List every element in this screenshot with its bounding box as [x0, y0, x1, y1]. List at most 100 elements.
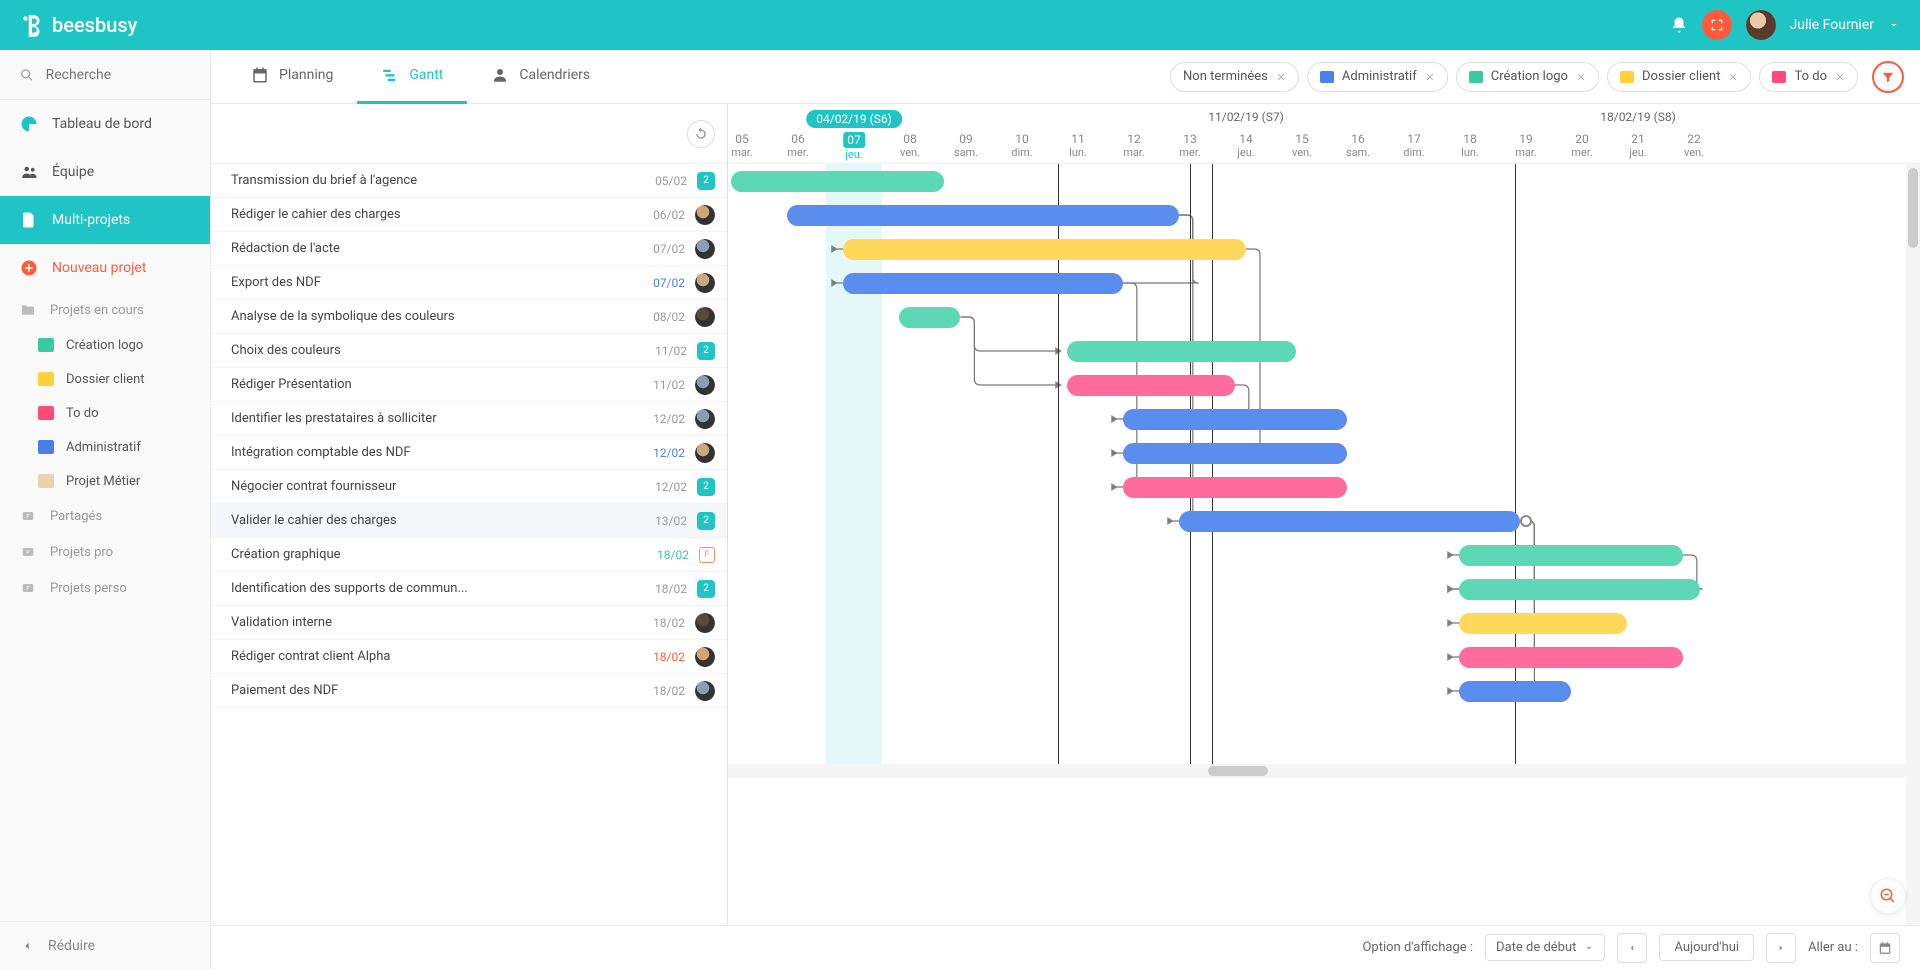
chevron-down-icon[interactable] — [1888, 19, 1900, 31]
gantt-bar[interactable] — [1123, 477, 1347, 498]
user-name[interactable]: Julie Fournier — [1790, 17, 1875, 33]
task-avatar — [695, 307, 715, 327]
close-icon[interactable] — [1576, 72, 1586, 82]
sidebar-project-item[interactable]: Administratif — [0, 430, 210, 464]
fullscreen-button[interactable] — [1702, 10, 1732, 40]
sidebar-section-label: Projets pro — [50, 545, 113, 560]
gantt-bar[interactable] — [843, 239, 1246, 260]
task-row[interactable]: Rédiger Présentation11/02 — [211, 368, 727, 402]
filter-chip[interactable]: To do — [1759, 62, 1858, 92]
task-row[interactable]: Création graphique18/02F — [211, 538, 727, 572]
sidebar-project-item[interactable]: Dossier client — [0, 362, 210, 396]
sidebar-item-multi-projects[interactable]: Multi-projets — [0, 196, 210, 244]
task-row[interactable]: Choix des couleurs11/022 — [211, 334, 727, 368]
gantt-bar[interactable] — [1459, 647, 1683, 668]
goto-label: Aller au : — [1808, 940, 1858, 955]
close-icon[interactable] — [1425, 72, 1435, 82]
task-date: 18/02 — [647, 582, 687, 596]
task-row[interactable]: Analyse de la symbolique des couleurs08/… — [211, 300, 727, 334]
briefcase-icon — [1469, 71, 1483, 83]
gantt-bar[interactable] — [1459, 579, 1700, 600]
task-row[interactable]: Intégration comptable des NDF12/02 — [211, 436, 727, 470]
close-icon[interactable] — [1276, 72, 1286, 82]
gantt-bar[interactable] — [1459, 681, 1571, 702]
sidebar-item-label: Nouveau projet — [52, 260, 146, 276]
gantt-icon — [381, 66, 399, 84]
vertical-scrollbar[interactable] — [1906, 164, 1920, 925]
search-input[interactable] — [46, 67, 190, 83]
tab-planning[interactable]: Planning — [227, 50, 357, 104]
day-column-header: 19mar. — [1515, 132, 1537, 160]
task-row[interactable]: Rédiger le cahier des charges06/02 — [211, 198, 727, 232]
filter-chip[interactable]: Création logo — [1456, 62, 1599, 92]
gantt-bar[interactable] — [1459, 545, 1683, 566]
close-icon[interactable] — [1835, 72, 1845, 82]
gantt-bar[interactable] — [1067, 375, 1235, 396]
horizontal-scrollbar[interactable] — [728, 764, 1920, 778]
gantt-bar[interactable] — [787, 205, 1179, 226]
next-button[interactable] — [1766, 933, 1796, 963]
timeline-body[interactable] — [728, 164, 1920, 764]
calendar-icon — [1878, 941, 1892, 955]
goto-date-button[interactable] — [1870, 933, 1900, 963]
day-column-header: 21jeu. — [1629, 132, 1646, 160]
tab-calendars[interactable]: Calendriers — [467, 50, 614, 104]
task-row[interactable]: Rédaction de l'acte07/02 — [211, 232, 727, 266]
gantt-bar[interactable] — [731, 171, 944, 192]
filter-chip[interactable]: Dossier client — [1607, 62, 1752, 92]
scrollbar-thumb[interactable] — [1908, 168, 1918, 248]
sidebar-section-perso[interactable]: P Projets perso — [0, 570, 210, 606]
briefcase-icon — [38, 440, 54, 454]
sidebar-item-new-project[interactable]: Nouveau projet — [0, 244, 210, 292]
task-row[interactable]: Transmission du brief à l'agence05/022 — [211, 164, 727, 198]
sidebar-section-shared[interactable]: P Partagés — [0, 498, 210, 534]
logo-icon — [20, 12, 46, 38]
today-button[interactable]: Aujourd'hui — [1659, 934, 1754, 961]
task-row[interactable]: Négocier contrat fournisseur12/022 — [211, 470, 727, 504]
filter-button[interactable] — [1872, 61, 1904, 93]
task-name: Analyse de la symbolique des couleurs — [231, 309, 635, 324]
milestone-marker[interactable] — [1520, 515, 1532, 527]
filter-chip[interactable]: Non terminées — [1170, 62, 1299, 92]
task-name: Validation interne — [231, 615, 635, 630]
zoom-button[interactable] — [1870, 878, 1906, 914]
gantt-bar[interactable] — [1123, 443, 1347, 464]
sidebar-item-team[interactable]: Équipe — [0, 148, 210, 196]
task-row[interactable]: Export des NDF07/02 — [211, 266, 727, 300]
search-row[interactable] — [0, 50, 210, 100]
task-row[interactable]: Identifier les prestataires à solliciter… — [211, 402, 727, 436]
sidebar-project-item[interactable]: Création logo — [0, 328, 210, 362]
prev-button[interactable] — [1617, 933, 1647, 963]
gantt-timeline[interactable]: 04/02/19 (S6)11/02/19 (S7)18/02/19 (S8)0… — [728, 104, 1920, 925]
close-icon[interactable] — [1728, 72, 1738, 82]
sidebar-item-dashboard[interactable]: Tableau de bord — [0, 100, 210, 148]
sidebar-item-label: Multi-projets — [52, 212, 130, 228]
sidebar-section-pro[interactable]: P Projets pro — [0, 534, 210, 570]
gantt-bar[interactable] — [1067, 341, 1297, 362]
sidebar-project-item[interactable]: Projet Métier — [0, 464, 210, 498]
task-row[interactable]: Validation interne18/02 — [211, 606, 727, 640]
gantt-bar[interactable] — [1459, 613, 1627, 634]
filter-chip[interactable]: Administratif — [1307, 62, 1448, 92]
gantt-bar[interactable] — [1123, 409, 1347, 430]
day-column-header: 06mer. — [787, 132, 808, 160]
logo[interactable]: beesbusy — [20, 12, 137, 38]
gantt-bar[interactable] — [843, 273, 1123, 294]
task-row[interactable]: Rédiger contrat client Alpha18/02 — [211, 640, 727, 674]
gantt-bar[interactable] — [899, 307, 961, 328]
refresh-button[interactable] — [687, 120, 715, 148]
task-row[interactable]: Valider le cahier des charges13/022 — [211, 504, 727, 538]
tab-gantt[interactable]: Gantt — [357, 50, 467, 104]
sort-select[interactable]: Date de début — [1485, 934, 1605, 961]
notifications-icon[interactable] — [1670, 16, 1688, 34]
sidebar-project-item[interactable]: To do — [0, 396, 210, 430]
sidebar-section-label: Projets perso — [50, 581, 127, 596]
dependency-arrow — [1448, 688, 1453, 694]
task-row[interactable]: Identification des supports de commun...… — [211, 572, 727, 606]
scrollbar-thumb[interactable] — [1208, 766, 1268, 776]
task-row[interactable]: Paiement des NDF18/02 — [211, 674, 727, 708]
user-avatar[interactable] — [1746, 10, 1776, 40]
gantt-bar[interactable] — [1179, 511, 1521, 532]
sidebar-collapse-button[interactable]: Réduire — [0, 921, 210, 969]
task-date: 05/02 — [647, 174, 687, 188]
